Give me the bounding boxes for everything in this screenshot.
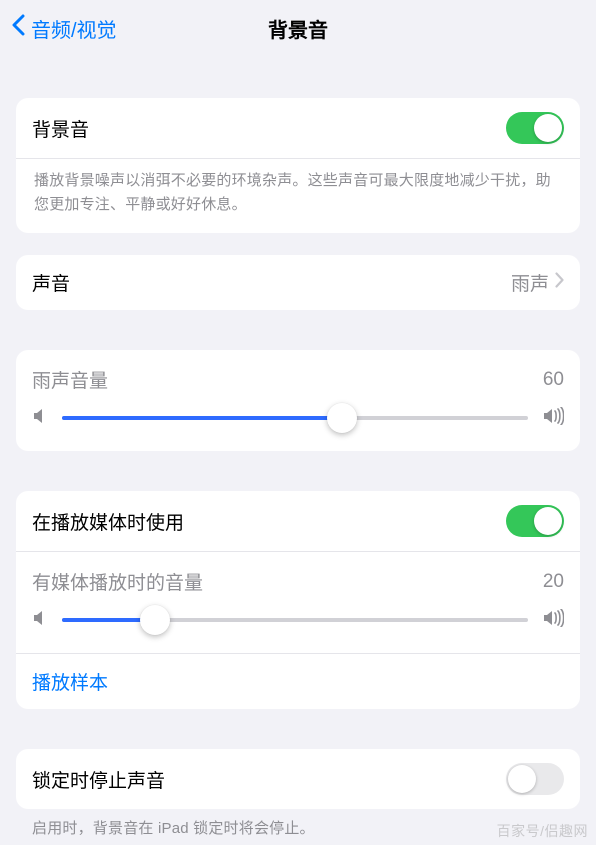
background-sound-label: 背景音 [32,115,506,142]
stop-on-lock-desc: 启用时，背景音在 iPad 锁定时将会停止。 [32,817,564,838]
play-sample-link[interactable]: 播放样本 [16,653,580,709]
chevron-left-icon [12,14,25,42]
media-volume-slider[interactable] [62,605,528,635]
rain-volume-value: 60 [543,369,564,391]
back-label: 音频/视觉 [31,14,117,43]
background-sound-desc: 播放背景噪声以消弭不必要的环境杂声。这些声音可最大限度地减少干扰，助您更加专注、… [16,158,580,233]
group-sound: 声音 雨声 [16,255,580,310]
group-lock: 锁定时停止声音 [16,749,580,809]
volume-low-icon [32,407,48,430]
rain-volume-slider-row [16,399,580,451]
group-media: 在播放媒体时使用 有媒体播放时的音量 20 播放样本 [16,491,580,709]
sound-value: 雨声 [511,269,549,296]
media-volume-header: 有媒体播放时的音量 20 [16,551,580,601]
row-background-sound: 背景音 [16,98,580,158]
media-volume-label: 有媒体播放时的音量 [32,568,543,595]
sound-label: 声音 [32,269,511,296]
background-sound-switch[interactable] [506,112,564,144]
group-rain-volume: 雨声音量 60 [16,350,580,451]
use-with-media-label: 在播放媒体时使用 [32,508,506,535]
back-button[interactable]: 音频/视觉 [12,14,117,43]
media-volume-value: 20 [543,571,564,593]
volume-high-icon [542,407,564,430]
rain-volume-label: 雨声音量 [32,366,543,393]
nav-bar: 音频/视觉 背景音 [0,0,596,56]
rain-volume-header: 雨声音量 60 [16,350,580,399]
row-sound[interactable]: 声音 雨声 [16,255,580,310]
row-use-with-media: 在播放媒体时使用 [16,491,580,551]
volume-high-icon [542,609,564,632]
stop-on-lock-switch[interactable] [506,763,564,795]
stop-on-lock-label: 锁定时停止声音 [32,766,506,793]
row-stop-on-lock: 锁定时停止声音 [16,749,580,809]
chevron-right-icon [555,272,564,293]
volume-low-icon [32,609,48,632]
media-volume-slider-row [16,601,580,653]
use-with-media-switch[interactable] [506,505,564,537]
rain-volume-slider[interactable] [62,403,528,433]
group-main: 背景音 播放背景噪声以消弭不必要的环境杂声。这些声音可最大限度地减少干扰，助您更… [16,98,580,233]
